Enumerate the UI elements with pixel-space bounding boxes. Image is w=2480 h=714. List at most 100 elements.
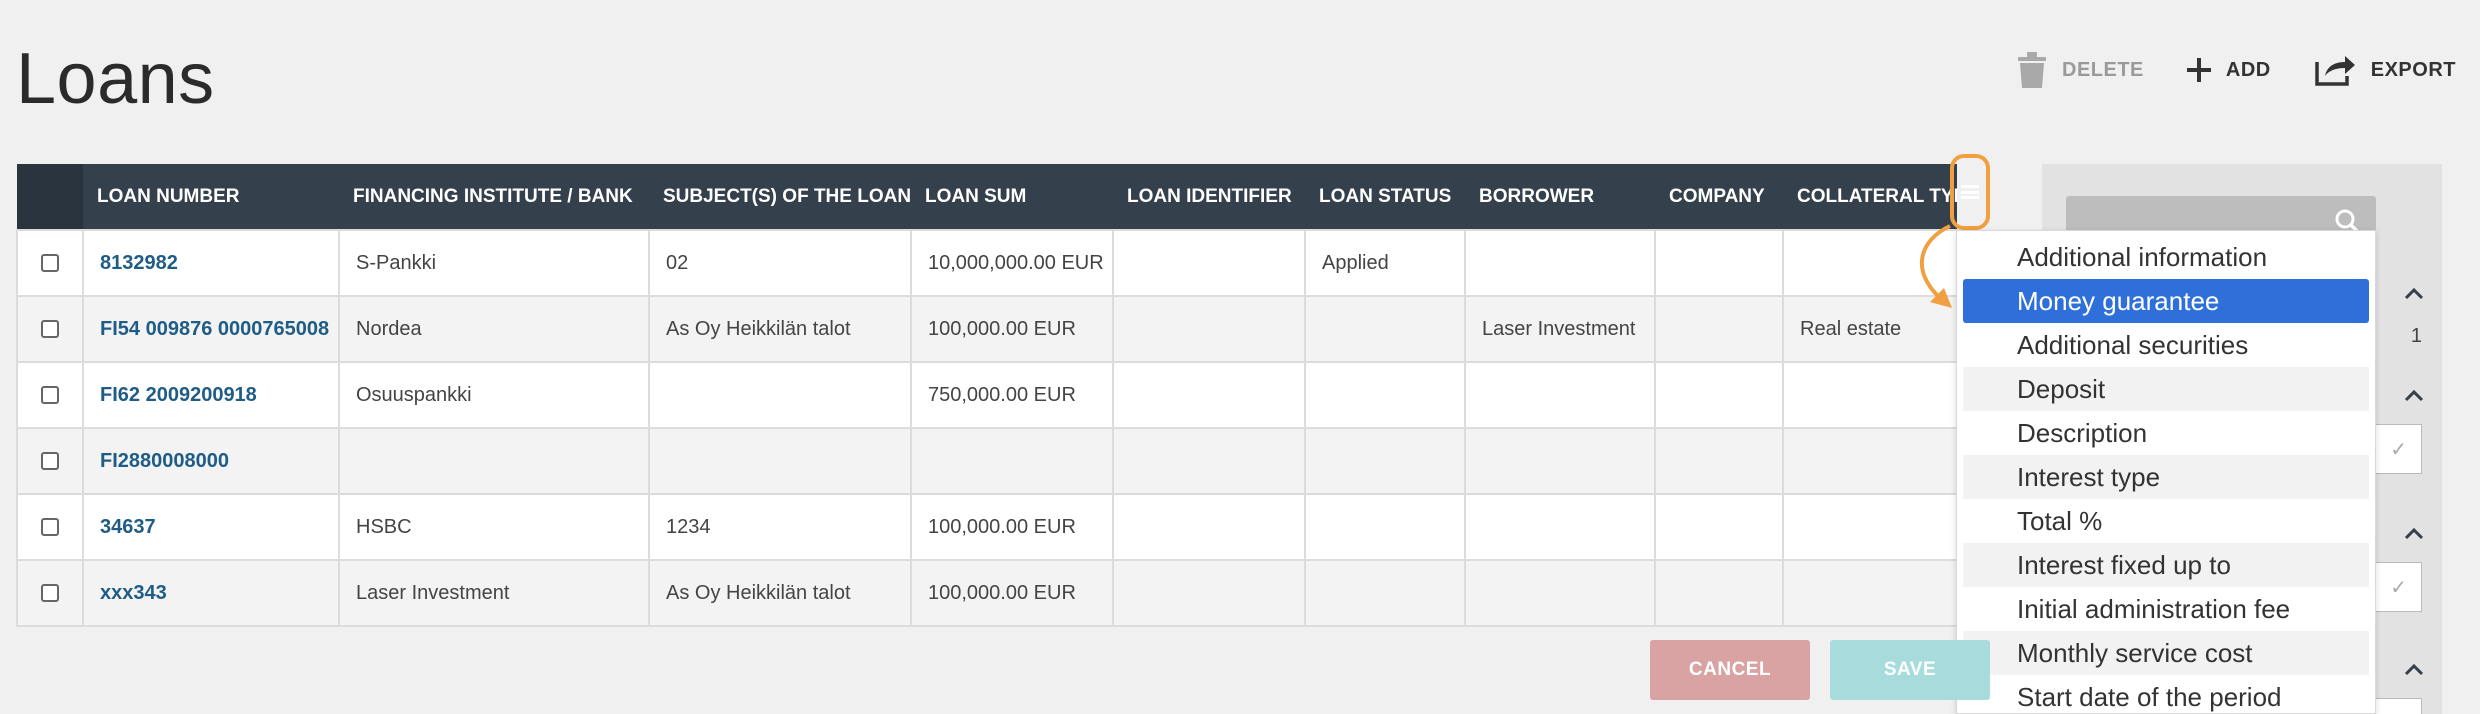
table-cell: 100,000.00 EUR <box>910 295 1114 363</box>
table-cell <box>1304 361 1466 429</box>
delete-button[interactable]: DELETE <box>2016 50 2144 90</box>
trash-icon <box>2018 52 2046 88</box>
column-menu-item[interactable]: Interest fixed up to <box>1963 543 2369 587</box>
column-header[interactable]: COMPANY <box>1655 164 1783 230</box>
annotation-arrow-icon <box>1920 224 1952 308</box>
row-checkbox[interactable] <box>41 386 59 405</box>
plus-icon <box>2186 58 2211 82</box>
table-row[interactable]: 8132982 S-Pankki 02 10,000,000.00 EUR Ap… <box>16 229 1958 297</box>
loan-number-link[interactable]: FI54 009876 0000765008 <box>100 318 329 340</box>
hamburger-menu-icon <box>1961 185 1979 199</box>
table-cell <box>1464 427 1656 495</box>
row-checkbox[interactable] <box>41 518 59 537</box>
table-cell <box>1304 493 1466 561</box>
table-cell <box>1782 427 1958 495</box>
filter-count: 1 <box>2410 325 2422 347</box>
column-menu-item[interactable]: Initial administration fee <box>1963 587 2369 631</box>
column-header[interactable]: LOAN SUM <box>911 164 1113 230</box>
table-cell: Applied <box>1304 229 1466 297</box>
column-header[interactable]: BORROWER <box>1465 164 1655 230</box>
table-cell: As Oy Heikkilän talot <box>648 559 912 627</box>
table-cell <box>648 427 912 495</box>
chevron-up-icon[interactable] <box>2404 664 2424 676</box>
loan-number-link[interactable]: FI2880008000 <box>100 450 229 472</box>
check-icon: ✓ <box>2390 577 2407 599</box>
table-cell <box>1654 427 1784 495</box>
column-header[interactable]: SUBJECT(S) OF THE LOAN <box>649 164 911 230</box>
toolbar: DELETE ADD EXPORT <box>2016 50 2456 90</box>
table-cell: 100,000.00 EUR <box>910 559 1114 627</box>
column-menu-item-selected[interactable]: Money guarantee <box>1963 279 2369 323</box>
loan-number-link[interactable]: FI62 2009200918 <box>100 384 257 406</box>
table-cell: Osuuspankki <box>338 361 650 429</box>
table-cell: 750,000.00 EUR <box>910 361 1114 429</box>
column-header[interactable]: LOAN IDENTIFIER <box>1113 164 1305 230</box>
table-cell <box>338 427 650 495</box>
save-button[interactable]: SAVE <box>1830 640 1990 700</box>
add-button[interactable]: ADD <box>2186 57 2271 83</box>
table-cell <box>1112 427 1306 495</box>
cancel-button[interactable]: CANCEL <box>1650 640 1810 700</box>
export-button[interactable]: EXPORT <box>2313 52 2456 88</box>
table-cell <box>1112 295 1306 363</box>
loan-number-link[interactable]: xxx343 <box>100 582 167 604</box>
column-header[interactable]: LOAN STATUS <box>1305 164 1465 230</box>
row-checkbox[interactable] <box>41 452 59 471</box>
table-cell: 1234 <box>648 493 912 561</box>
table-cell: Nordea <box>338 295 650 363</box>
column-header[interactable]: LOAN NUMBER <box>83 164 339 230</box>
table-cell: 10,000,000.00 EUR <box>910 229 1114 297</box>
table-cell: S-Pankki <box>338 229 650 297</box>
table-cell: As Oy Heikkilän talot <box>648 295 912 363</box>
table-cell <box>1464 229 1656 297</box>
column-menu-item[interactable]: Deposit <box>1963 367 2369 411</box>
table-cell <box>1112 229 1306 297</box>
table-cell <box>1782 559 1958 627</box>
column-menu-item[interactable]: Additional information <box>1963 235 2369 279</box>
table-cell <box>1304 427 1466 495</box>
loans-table-container: LOAN NUMBER FINANCING INSTITUTE / BANK S… <box>16 164 1958 627</box>
row-checkbox[interactable] <box>41 320 59 339</box>
column-menu-item[interactable]: Additional securities <box>1963 323 2369 367</box>
delete-label: DELETE <box>2062 58 2144 81</box>
column-menu-item[interactable]: Monthly service cost <box>1963 631 2369 675</box>
export-icon <box>2315 56 2355 86</box>
column-menu-item[interactable]: Interest type <box>1963 455 2369 499</box>
export-label: EXPORT <box>2370 58 2456 81</box>
chevron-up-icon[interactable] <box>2404 390 2424 402</box>
table-cell <box>1464 361 1656 429</box>
page-title: Loans <box>16 39 215 119</box>
table-row[interactable]: 34637 HSBC 1234 100,000.00 EUR <box>16 493 1958 561</box>
loan-number-link[interactable]: 8132982 <box>100 252 178 274</box>
chevron-up-icon[interactable] <box>2404 288 2424 300</box>
table-row[interactable]: FI2880008000 <box>16 427 1958 495</box>
column-menu-item[interactable]: Description <box>1963 411 2369 455</box>
chevron-up-icon[interactable] <box>2404 528 2424 540</box>
column-menu-item[interactable]: Total % <box>1963 499 2369 543</box>
table-cell <box>1654 229 1784 297</box>
column-menu-button[interactable] <box>1950 154 1990 230</box>
row-checkbox[interactable] <box>41 254 59 273</box>
table-cell: Laser Investment <box>1464 295 1656 363</box>
loan-number-link[interactable]: 34637 <box>100 516 156 538</box>
table-cell: Laser Investment <box>338 559 650 627</box>
table-cell: 02 <box>648 229 912 297</box>
table-cell <box>1782 361 1958 429</box>
table-row[interactable]: FI54 009876 0000765008 Nordea As Oy Heik… <box>16 295 1958 363</box>
column-menu-item[interactable]: Start date of the period <box>1963 675 2369 713</box>
table-row[interactable]: FI62 2009200918 Osuuspankki 750,000.00 E… <box>16 361 1958 429</box>
column-header[interactable]: FINANCING INSTITUTE / BANK <box>339 164 649 230</box>
table-cell <box>1112 559 1306 627</box>
table-cell: 100,000.00 EUR <box>910 493 1114 561</box>
add-label: ADD <box>2225 58 2271 81</box>
table-cell <box>648 361 912 429</box>
table-cell <box>1304 295 1466 363</box>
table-cell <box>1464 493 1656 561</box>
table-cell <box>1112 361 1306 429</box>
table-row[interactable]: xxx343 Laser Investment As Oy Heikkilän … <box>16 559 1958 627</box>
row-checkbox[interactable] <box>41 584 59 603</box>
table-cell: HSBC <box>338 493 650 561</box>
loans-table: LOAN NUMBER FINANCING INSTITUTE / BANK S… <box>16 164 1958 627</box>
table-cell <box>1304 559 1466 627</box>
table-cell <box>1464 559 1656 627</box>
